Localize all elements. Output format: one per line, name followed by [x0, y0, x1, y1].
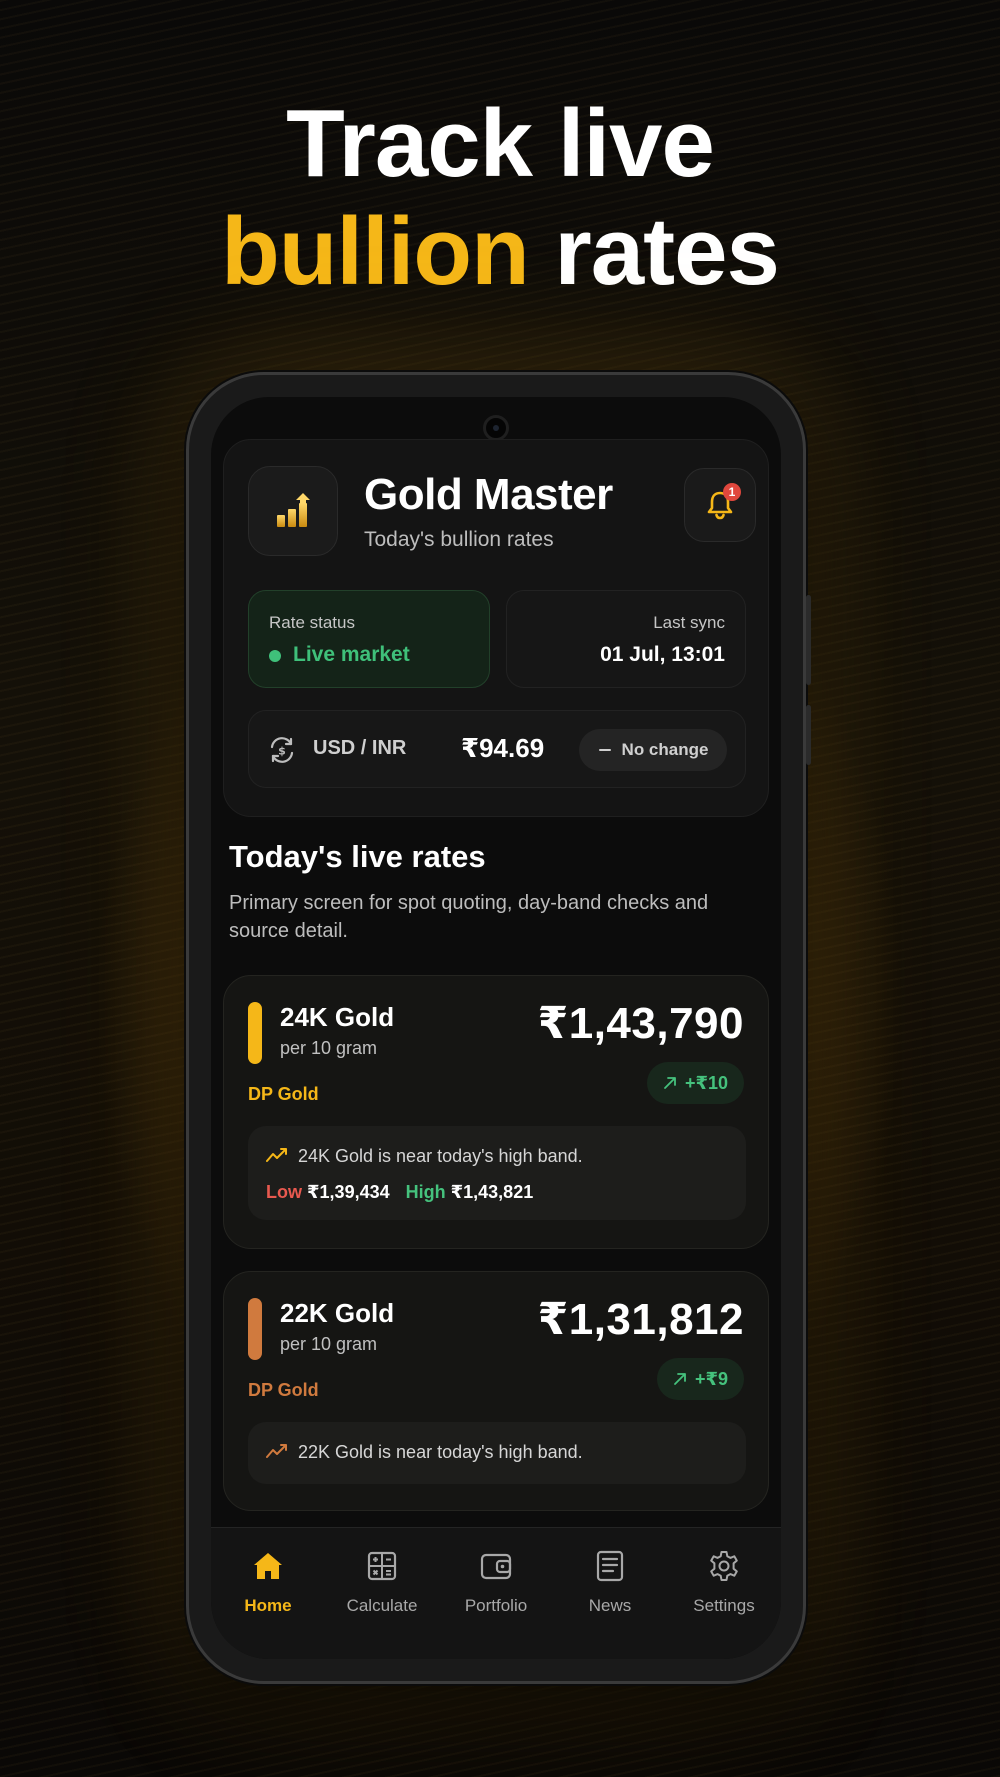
bar-chart-up-icon [277, 493, 310, 527]
power-button [806, 705, 811, 765]
promo-headline: Track live bullion rates [0, 90, 1000, 306]
band-info: 22K Gold is near today's high band. [248, 1422, 746, 1484]
rate-name: 22K Gold [280, 1298, 395, 1328]
rate-price: ₹1,31,812 [537, 1295, 744, 1344]
tab-calculate[interactable]: Calculate [325, 1548, 439, 1616]
section-description: Primary screen for spot quoting, day-ban… [229, 892, 709, 942]
currency-exchange-icon: $ [270, 737, 294, 763]
rate-change-badge: +₹10 [646, 1062, 744, 1104]
front-camera [483, 415, 509, 441]
rate-name: 24K Gold [280, 1002, 395, 1032]
tab-portfolio[interactable]: Portfolio [439, 1548, 553, 1616]
headline-highlight: bullion [221, 198, 530, 305]
fx-rate-card[interactable]: $ USD / INR ₹94.69 No change [248, 710, 746, 788]
tab-label: Calculate [346, 1596, 418, 1615]
fx-pair: USD / INR [313, 737, 407, 759]
rate-change-text: +₹10 [684, 1072, 728, 1093]
rate-source: DP Gold [248, 1084, 319, 1104]
news-icon [596, 1550, 624, 1582]
rate-status-value: Live market [293, 643, 410, 666]
rate-change-badge: +₹9 [656, 1358, 744, 1400]
rate-source: DP Gold [248, 1380, 319, 1400]
rate-card-22k[interactable]: 22K Gold per 10 gram DP Gold ₹1,31,812 +… [223, 1271, 769, 1511]
band-note: 22K Gold is near today's high band. [298, 1442, 583, 1462]
low-value: ₹1,39,434 [307, 1182, 390, 1202]
notification-badge: 1 [723, 483, 741, 501]
tab-label: News [588, 1596, 632, 1615]
tab-settings[interactable]: Settings [667, 1548, 781, 1616]
phone-frame: Gold Master Today's bullion rates 1 Rate… [186, 372, 811, 1684]
headline-line-2: bullion rates [0, 198, 1000, 306]
tab-home[interactable]: Home [211, 1548, 325, 1616]
gear-icon [710, 1551, 738, 1581]
rate-price: ₹1,43,790 [537, 999, 744, 1048]
tab-news[interactable]: News [553, 1548, 667, 1616]
high-value: ₹1,43,821 [450, 1182, 534, 1202]
rate-unit: per 10 gram [280, 1334, 378, 1354]
last-sync-value: 01 Jul, 13:01 [600, 643, 725, 666]
headline-line-1: Track live [286, 90, 715, 197]
tab-label: Home [244, 1596, 292, 1615]
trend-up-icon [266, 1444, 287, 1458]
rate-card-24k[interactable]: 24K Gold per 10 gram DP Gold ₹1,43,790 +… [223, 975, 769, 1249]
app-screen: Gold Master Today's bullion rates 1 Rate… [211, 397, 781, 1659]
trend-up-icon [266, 1148, 287, 1162]
band-note: 24K Gold is near today's high band. [298, 1146, 583, 1166]
high-label: High [405, 1182, 446, 1202]
arrow-up-right-icon [674, 1373, 686, 1385]
low-label: Low [266, 1182, 302, 1202]
calculator-icon [367, 1551, 397, 1581]
band-info: 24K Gold is near today's high band. Low … [248, 1126, 746, 1220]
arrow-up-right-icon [664, 1077, 676, 1089]
header-card: Gold Master Today's bullion rates 1 Rate… [223, 439, 769, 817]
app-title: Gold Master [364, 470, 613, 519]
home-icon [254, 1553, 282, 1579]
last-sync-label: Last sync [653, 613, 725, 632]
last-sync-card: Last sync 01 Jul, 13:01 [506, 590, 746, 688]
tab-label: Portfolio [464, 1596, 528, 1615]
fx-change-text: No change [621, 740, 709, 759]
rate-unit: per 10 gram [280, 1038, 378, 1058]
rate-accent-bar [248, 1002, 262, 1064]
fx-change-badge: No change [579, 729, 727, 771]
rate-change-text: +₹9 [694, 1368, 728, 1389]
app-logo [248, 466, 338, 556]
rate-status-label: Rate status [269, 613, 355, 632]
svg-text:$: $ [278, 745, 286, 758]
minus-icon [598, 749, 611, 751]
wallet-icon [480, 1553, 512, 1580]
rate-status-card: Rate status Live market [248, 590, 490, 688]
rate-accent-bar [248, 1298, 262, 1360]
bottom-tab-bar: Home Calculate Portfolio News Settings [211, 1527, 781, 1659]
volume-button [806, 595, 811, 685]
tab-label: Settings [693, 1596, 755, 1615]
app-subtitle: Today's bullion rates [364, 528, 554, 551]
live-dot [269, 650, 281, 662]
notifications-button[interactable]: 1 [684, 468, 756, 542]
fx-value: ₹94.69 [461, 733, 545, 763]
headline-rest: rates [554, 198, 779, 305]
band-range: Low ₹1,39,434 High ₹1,43,821 [266, 1182, 533, 1203]
section-title: Today's live rates [229, 839, 486, 874]
